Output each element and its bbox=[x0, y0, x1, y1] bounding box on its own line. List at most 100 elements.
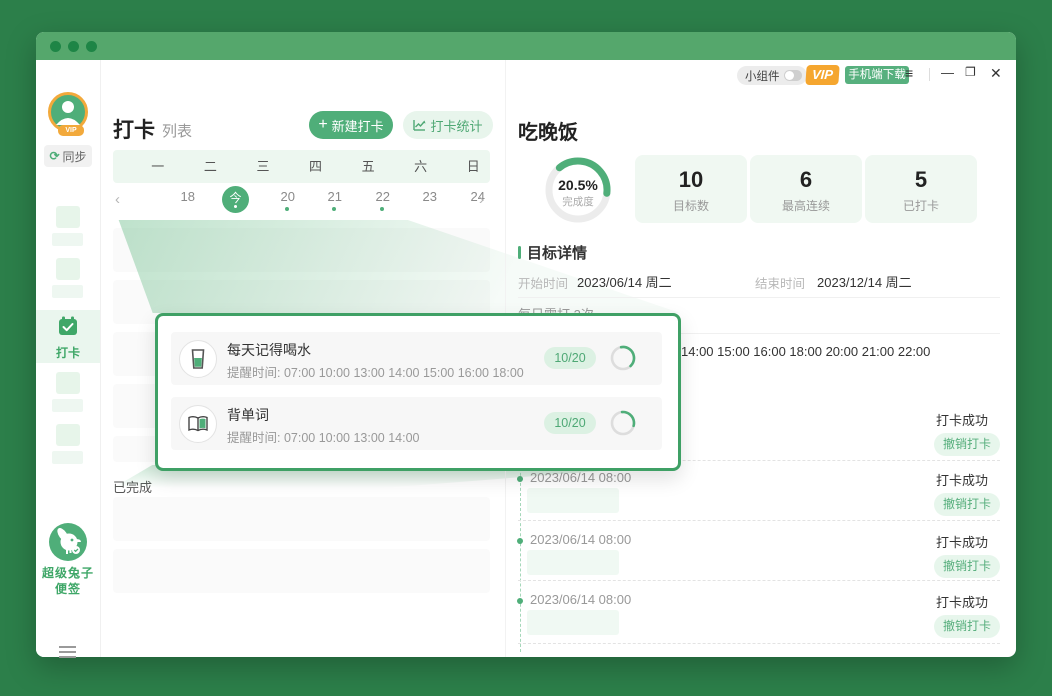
record-separator bbox=[518, 580, 1000, 581]
weekday-header: 一 二 三 四 五 六 日 bbox=[113, 150, 490, 183]
record-separator bbox=[518, 520, 1000, 521]
date-cell[interactable]: 22 bbox=[359, 189, 407, 204]
end-time-value: 2023/12/14 周二 bbox=[817, 272, 912, 291]
date-cell[interactable]: 18 bbox=[164, 189, 212, 204]
record-row: 2023/06/14 08:00 打卡成功 撤销打卡 bbox=[518, 530, 1000, 586]
progress-ring[interactable] bbox=[609, 344, 637, 377]
record-note-placeholder bbox=[527, 488, 619, 513]
weekday: 二 bbox=[194, 150, 228, 183]
record-date: 2023/06/14 08:00 bbox=[530, 470, 631, 485]
checkin-stats-button[interactable]: 打卡统计 bbox=[403, 111, 493, 139]
stat-label: 目标数 bbox=[635, 197, 747, 214]
weekday: 五 bbox=[351, 150, 385, 183]
sidebar-item-placeholder bbox=[52, 451, 83, 464]
callout-beam bbox=[113, 220, 680, 313]
prev-week-icon[interactable]: ‹ bbox=[115, 191, 120, 208]
undo-checkin-button[interactable]: 撤销打卡 bbox=[934, 433, 1000, 456]
person-icon bbox=[51, 95, 85, 129]
checkin-item-title: 每天记得喝水 bbox=[227, 340, 311, 360]
plus-icon: + bbox=[318, 116, 327, 134]
record-status: 打卡成功 bbox=[936, 410, 988, 429]
stat-value: 10 bbox=[635, 167, 747, 193]
sidebar-item-placeholder[interactable] bbox=[56, 258, 80, 280]
menu-icon[interactable]: ≡ bbox=[905, 65, 913, 81]
today-label: 今 bbox=[229, 191, 241, 205]
undo-checkin-button[interactable]: 撤销打卡 bbox=[934, 555, 1000, 578]
progress-ring[interactable] bbox=[609, 409, 637, 442]
undo-checkin-button[interactable]: 撤销打卡 bbox=[934, 615, 1000, 638]
maximize-button[interactable]: ❐ bbox=[965, 65, 976, 79]
refresh-icon: ⟳ bbox=[49, 149, 59, 163]
stat-label: 已打卡 bbox=[865, 197, 977, 214]
checkin-item-times: 提醒时间: 07:00 10:00 13:00 14:00 bbox=[227, 427, 420, 446]
open-book-icon bbox=[179, 405, 217, 443]
rabbit-logo-icon bbox=[49, 523, 87, 561]
completion-percent: 20.5% bbox=[545, 177, 611, 193]
record-note-placeholder bbox=[527, 610, 619, 635]
divider bbox=[929, 68, 930, 81]
mobile-download-button[interactable]: 手机端下载 bbox=[845, 66, 909, 84]
record-row: 2023/06/14 08:00 打卡成功 撤销打卡 bbox=[518, 590, 1000, 646]
titlebar-dot bbox=[50, 41, 61, 52]
completion-label: 完成度 bbox=[545, 194, 611, 209]
new-checkin-label: 新建打卡 bbox=[332, 116, 384, 135]
completion-donut: 20.5% 完成度 bbox=[545, 157, 611, 228]
date-cell[interactable]: 20 bbox=[264, 189, 312, 204]
section-title: 目标详情 bbox=[527, 242, 587, 263]
date-cell[interactable]: 24 bbox=[454, 189, 502, 204]
new-checkin-button[interactable]: + 新建打卡 bbox=[309, 111, 393, 139]
next-week-icon[interactable]: › bbox=[479, 191, 484, 208]
stat-card-streak: 6 最高连续 bbox=[750, 155, 862, 223]
page-subtitle[interactable]: 列表 bbox=[162, 120, 192, 141]
minimize-button[interactable]: — bbox=[941, 65, 954, 80]
avatar[interactable]: VIP bbox=[48, 92, 88, 132]
start-time-value: 2023/06/14 周二 bbox=[577, 272, 672, 291]
hamburger-menu-icon[interactable] bbox=[59, 646, 76, 658]
completed-list-row[interactable] bbox=[113, 497, 490, 541]
record-status: 打卡成功 bbox=[936, 470, 988, 489]
sidebar-item-checkin-active[interactable]: 打卡 bbox=[36, 310, 100, 363]
stat-label: 最高连续 bbox=[750, 197, 862, 214]
checkin-callout-popup: 每天记得喝水 提醒时间: 07:00 10:00 13:00 14:00 15:… bbox=[155, 313, 681, 471]
section-accent-bar bbox=[518, 246, 521, 259]
goal-title: 吃晚饭 bbox=[518, 116, 578, 145]
checkin-stats-label: 打卡统计 bbox=[430, 116, 482, 135]
sidebar: VIP ⟳ 同步 打卡 bbox=[36, 60, 101, 657]
sidebar-item-placeholder[interactable] bbox=[56, 424, 80, 446]
date-cell-today[interactable]: 今 bbox=[222, 186, 249, 213]
stat-card-goals: 10 目标数 bbox=[635, 155, 747, 223]
weekday: 一 bbox=[141, 150, 175, 183]
record-status: 打卡成功 bbox=[936, 592, 988, 611]
date-cell[interactable]: 23 bbox=[406, 189, 454, 204]
stat-card-checked: 5 已打卡 bbox=[865, 155, 977, 223]
record-date: 2023/06/14 08:00 bbox=[530, 532, 631, 547]
close-button[interactable]: ✕ bbox=[990, 65, 1002, 82]
undo-checkin-button[interactable]: 撤销打卡 bbox=[934, 493, 1000, 516]
weekday: 六 bbox=[404, 150, 438, 183]
weekday: 日 bbox=[456, 150, 490, 183]
record-row: 2023/06/14 08:00 打卡成功 撤销打卡 bbox=[518, 468, 1000, 524]
date-activity-dot bbox=[332, 207, 336, 211]
sidebar-item-placeholder bbox=[52, 285, 83, 298]
date-cell[interactable]: 21 bbox=[311, 189, 359, 204]
end-time-label: 结束时间 bbox=[755, 273, 805, 292]
progress-badge: 10/20 bbox=[544, 412, 596, 434]
widget-toggle[interactable]: 小组件 bbox=[737, 66, 807, 85]
desktop-background: { "colors": {"accent_green":"#4FAE79","d… bbox=[0, 0, 1052, 696]
app-logo[interactable] bbox=[49, 523, 87, 566]
stat-value: 5 bbox=[865, 167, 977, 193]
sidebar-item-placeholder bbox=[52, 233, 83, 246]
sidebar-item-placeholder[interactable] bbox=[56, 206, 80, 228]
checkin-item-water[interactable]: 每天记得喝水 提醒时间: 07:00 10:00 13:00 14:00 15:… bbox=[171, 332, 662, 385]
checkin-item-title: 背单词 bbox=[227, 405, 269, 425]
vip-badge[interactable]: VIP bbox=[805, 65, 839, 85]
timeline-dot bbox=[517, 538, 523, 544]
checkin-item-words[interactable]: 背单词 提醒时间: 07:00 10:00 13:00 14:00 10/20 bbox=[171, 397, 662, 450]
titlebar[interactable] bbox=[36, 32, 1016, 60]
app-window: 小组件 VIP 手机端下载 ≡ — ❐ ✕ VIP ⟳ 同步 bbox=[36, 32, 1016, 657]
sync-button[interactable]: ⟳ 同步 bbox=[44, 145, 92, 167]
completed-list-row[interactable] bbox=[113, 549, 490, 593]
sidebar-item-placeholder[interactable] bbox=[56, 372, 80, 394]
record-note-placeholder bbox=[527, 550, 619, 575]
toggle-track-icon[interactable] bbox=[784, 70, 802, 81]
